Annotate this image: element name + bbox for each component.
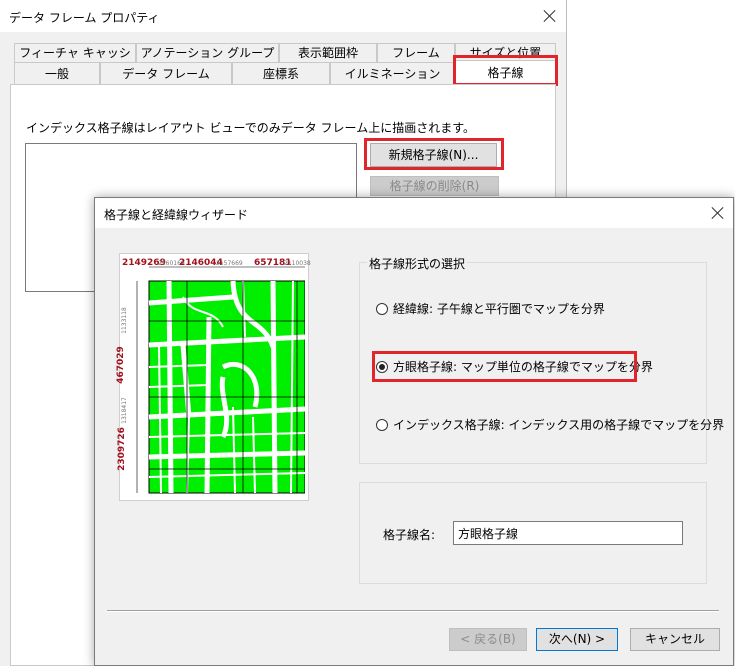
grid-name-label: 格子線名:: [383, 528, 436, 542]
tab-frame[interactable]: フレーム: [377, 43, 455, 62]
radio-graticule[interactable]: [376, 303, 388, 315]
preview-top-small-3: 2110038: [284, 260, 311, 267]
cancel-button[interactable]: キャンセル: [630, 628, 720, 651]
delete-grid-button[interactable]: 格子線の削除(R): [370, 176, 499, 196]
dialog-title: データ フレーム プロパティ: [9, 11, 160, 25]
close-icon[interactable]: [711, 206, 725, 220]
close-icon[interactable]: [543, 9, 557, 23]
title-bar: データ フレーム プロパティ: [0, 0, 566, 32]
wizard-title-bar: 格子線と経緯線ウィザード: [95, 198, 733, 228]
grid-name-input[interactable]: [453, 521, 683, 545]
tab-general[interactable]: 一般: [14, 62, 100, 84]
next-button[interactable]: 次へ(N) >: [536, 628, 618, 651]
option-graticule[interactable]: 経緯線: 子午線と平行圏でマップを分界: [376, 300, 605, 318]
option-reference-grid[interactable]: インデックス格子線: インデックス用の格子線でマップを分界: [376, 416, 724, 434]
grids-description: インデックス格子線はレイアウト ビューでのみデータ フレーム上に描画されます。: [26, 121, 475, 135]
wizard-title: 格子線と経緯線ウィザード: [104, 208, 249, 222]
tab-coordinate-system[interactable]: 座標系: [232, 62, 330, 84]
option-reference-grid-label: インデックス格子線: インデックス用の格子線でマップを分界: [393, 418, 725, 432]
tab-data-frame[interactable]: データ フレーム: [100, 62, 232, 84]
tab-extent-indicators[interactable]: 表示範囲枠: [279, 43, 377, 62]
tab-annotation-groups[interactable]: アノテーション グループ: [136, 43, 279, 62]
grid-preview-image: 2149269 2160169 2146044 2157669 657181 2…: [115, 253, 311, 501]
tab-feature-cache[interactable]: フィーチャ キャッシュ: [14, 43, 136, 79]
option-graticule-label: 経緯線: 子午線と平行圏でマップを分界: [393, 302, 605, 316]
measured-grid-highlight: [372, 351, 637, 382]
footer-separator: [107, 610, 719, 612]
tab-illumination[interactable]: イルミネーション: [330, 62, 455, 84]
grids-tab-highlight: [453, 55, 558, 86]
preview-top-small-2: 2157669: [216, 260, 243, 267]
grid-type-group-label: 格子線形式の選択: [367, 255, 468, 272]
preview-left-small-1: 1133118: [120, 307, 128, 334]
grids-graticules-wizard: 格子線と経緯線ウィザード 2149269 2160169 2146044 215…: [94, 197, 734, 666]
back-button[interactable]: < 戻る(B): [449, 628, 527, 651]
preview-left-small-2: 1318417: [120, 397, 128, 424]
new-grid-highlight: [364, 138, 504, 170]
radio-reference-grid[interactable]: [376, 419, 388, 431]
preview-map: [123, 257, 305, 497]
preview-left-label-1: 467029: [115, 346, 126, 384]
preview-left-label-2: 2309726: [116, 427, 127, 471]
